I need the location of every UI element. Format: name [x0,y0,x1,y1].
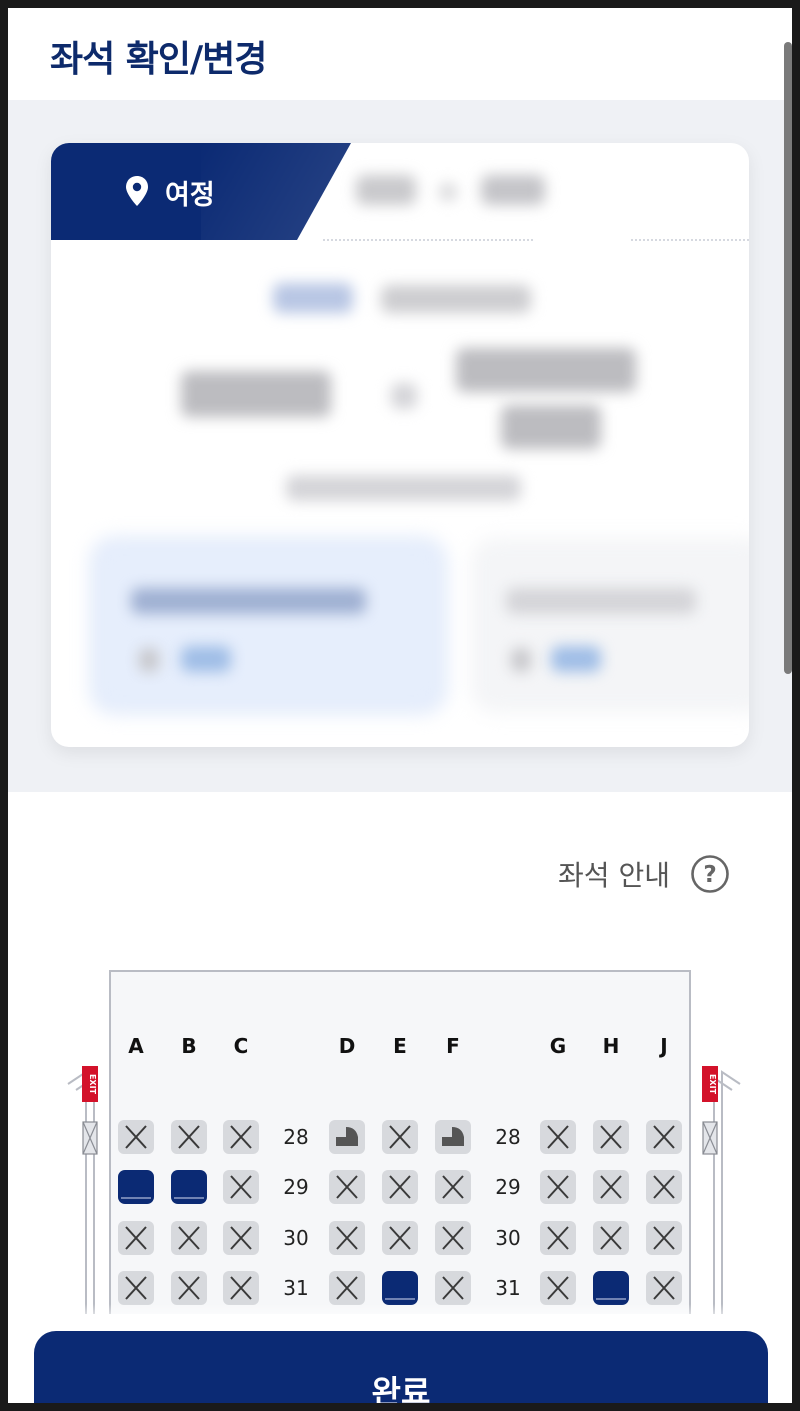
redacted-text [511,648,531,672]
column-label-a: A [128,1034,144,1058]
redacted-text [181,646,231,672]
redacted-text [139,648,159,672]
row-number: 28 [283,1125,309,1149]
seat-29j-unavailable [646,1170,682,1204]
seat-30c-unavailable [223,1221,259,1255]
tab-divider [323,239,533,241]
redacted-arrival-2 [501,405,601,449]
column-label-e: E [393,1034,407,1058]
column-label-j: J [660,1034,668,1058]
redacted-tab-part [481,175,545,205]
seat-29c-unavailable [223,1170,259,1204]
complete-button[interactable]: 완료 [34,1331,768,1403]
svg-text:EXIT: EXIT [88,1074,97,1095]
seat-29a-selected[interactable] [118,1170,154,1204]
seat-28f-bassinet[interactable] [435,1120,471,1154]
seat-30f-unavailable [435,1221,471,1255]
redacted-segment[interactable] [471,538,749,713]
tab-itinerary[interactable]: 여정 [51,143,351,240]
seat-31f-unavailable [435,1271,471,1305]
question-circle-icon[interactable]: ? [690,854,730,894]
redacted-tab-part [439,183,457,201]
redacted-arrival [456,348,636,392]
seat-guide[interactable]: 좌석 안내 ? [558,854,730,894]
seat-30e-unavailable [382,1221,418,1255]
tab-divider [631,239,749,241]
seat-31b-unavailable [171,1271,207,1305]
redacted-text [506,588,696,614]
seat-31d-unavailable [329,1271,365,1305]
itinerary-card: 여정 [51,143,749,747]
redacted-segment-active[interactable] [91,538,446,713]
seat-28h-unavailable [593,1120,629,1154]
column-label-d: D [338,1034,356,1058]
row-number: 29 [495,1175,521,1199]
redacted-text [381,285,531,313]
scrollbar[interactable] [784,42,792,674]
app-frame: 좌석 확인/변경 여정 좌석 안내 ? EXIT EXIT A B C D E … [8,8,792,1403]
seat-28e-unavailable [382,1120,418,1154]
seat-28g-unavailable [540,1120,576,1154]
seat-29g-unavailable [540,1170,576,1204]
seat-31e-selected[interactable] [382,1271,418,1305]
column-label-b: B [181,1034,197,1058]
svg-text:EXIT: EXIT [708,1074,717,1095]
seat-28c-unavailable [223,1120,259,1154]
tab-itinerary-label: 여정 [165,180,215,211]
seat-29f-unavailable [435,1170,471,1204]
redacted-tab[interactable] [356,175,416,205]
seat-31a-unavailable [118,1271,154,1305]
seat-31c-unavailable [223,1271,259,1305]
redacted-departure [181,371,331,417]
redacted-text [131,588,366,614]
seat-31j-unavailable [646,1271,682,1305]
seat-30j-unavailable [646,1221,682,1255]
column-label-g: G [549,1034,567,1058]
seat-31h-selected[interactable] [593,1271,629,1305]
row-number: 29 [283,1175,309,1199]
seat-31g-unavailable [540,1271,576,1305]
redacted-date [286,475,521,501]
seat-30g-unavailable [540,1221,576,1255]
left-exit: EXIT [67,1066,98,1314]
redacted-arrow [391,383,417,409]
redacted-badge [273,283,353,313]
row-number: 31 [283,1276,309,1300]
location-pin-icon [126,176,148,206]
row-number: 30 [283,1226,309,1250]
seat-28d-bassinet[interactable] [329,1120,365,1154]
seat-29e-unavailable [382,1170,418,1204]
seat-28j-unavailable [646,1120,682,1154]
column-label-c: C [233,1034,249,1058]
seat-29d-unavailable [329,1170,365,1204]
seat-28b-unavailable [171,1120,207,1154]
row-number: 30 [495,1226,521,1250]
seat-30d-unavailable [329,1221,365,1255]
svg-text:?: ? [703,862,716,888]
seat-29h-unavailable [593,1170,629,1204]
seat-guide-label: 좌석 안내 [558,859,670,892]
seat-30h-unavailable [593,1221,629,1255]
header: 좌석 확인/변경 [8,8,792,100]
row-number: 28 [495,1125,521,1149]
right-exit: EXIT [702,1066,741,1314]
seat-28a-unavailable [118,1120,154,1154]
seat-30a-unavailable [118,1221,154,1255]
page-title: 좌석 확인/변경 [50,39,267,80]
seat-29b-selected[interactable] [171,1170,207,1204]
row-number: 31 [495,1276,521,1300]
column-label-h: H [602,1034,620,1058]
column-label-f: F [446,1034,460,1058]
seat-30b-unavailable [171,1221,207,1255]
redacted-text [551,646,601,672]
